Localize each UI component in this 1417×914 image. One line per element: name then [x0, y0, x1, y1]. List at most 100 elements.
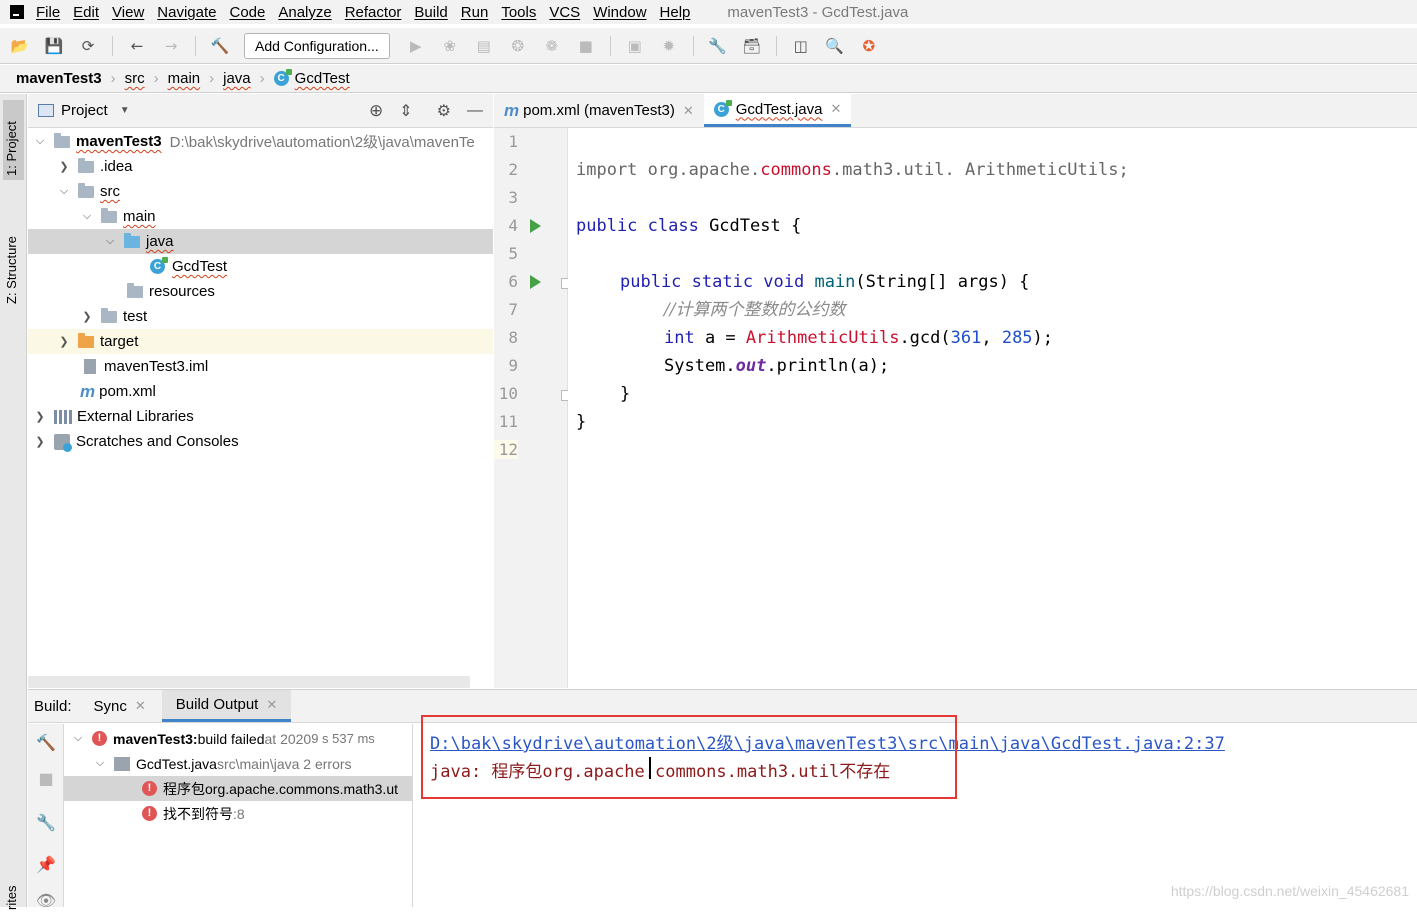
- forward-arrow-icon[interactable]: →: [161, 36, 181, 56]
- tab-sync[interactable]: Sync✕: [88, 690, 152, 722]
- tree-row-target[interactable]: ❯ target: [28, 329, 493, 354]
- close-tab-icon[interactable]: ✕: [683, 103, 694, 119]
- tab-pom-xml[interactable]: m pom.xml (mavenTest3) ✕: [494, 94, 704, 127]
- open-folder-icon[interactable]: 📂: [10, 36, 30, 56]
- tool-tab-project[interactable]: 1: Project: [3, 100, 24, 180]
- tab-gcdtest-java[interactable]: C GcdTest.java ✕: [704, 94, 852, 127]
- build-duration: 9 s 537 ms: [311, 731, 375, 746]
- breadcrumb-separator: ›: [209, 70, 214, 87]
- scratches-icon: [54, 434, 70, 450]
- build-row-root[interactable]: ⌵ ! mavenTest3: build failed at 2020 9 s…: [64, 726, 413, 751]
- gear-icon[interactable]: ⚙: [437, 101, 451, 121]
- tree-row-java[interactable]: ⌵ java: [28, 229, 493, 254]
- pin-icon[interactable]: 📌: [36, 854, 56, 874]
- view-eye-icon[interactable]: 👁: [36, 890, 56, 910]
- save-all-icon[interactable]: 💾: [44, 36, 64, 56]
- project-structure-icon[interactable]: 🗃: [742, 36, 762, 56]
- tree-row-resources[interactable]: resources: [28, 279, 493, 304]
- expand-arrow-icon[interactable]: ⌵: [81, 210, 93, 223]
- attach-debugger-icon[interactable]: ❁: [542, 36, 562, 56]
- menu-code[interactable]: Code: [229, 4, 265, 21]
- code-line-4: public class GcdTest {: [576, 212, 801, 240]
- menu-run[interactable]: Run: [461, 4, 489, 21]
- tool-tab-structure[interactable]: Z: Structure: [3, 208, 20, 308]
- collapse-arrow-icon[interactable]: ❯: [58, 335, 70, 348]
- collapse-arrow-icon[interactable]: ❯: [81, 310, 93, 323]
- back-arrow-icon[interactable]: ←: [127, 36, 147, 56]
- tree-row-idea[interactable]: ❯ .idea: [28, 154, 493, 179]
- collapse-arrow-icon[interactable]: ❯: [58, 160, 70, 173]
- menu-build[interactable]: Build: [414, 4, 447, 21]
- dropdown-arrow-icon[interactable]: ▼: [120, 105, 130, 116]
- terminal-icon[interactable]: ◫: [791, 36, 811, 56]
- breadcrumb-gcdtest[interactable]: GcdTest: [295, 70, 350, 87]
- settings-wrench-icon[interactable]: 🔧: [708, 36, 728, 56]
- tree-row-scratches[interactable]: ❯ Scratches and Consoles: [28, 429, 493, 454]
- collapse-all-icon[interactable]: ⇕: [399, 101, 412, 121]
- menu-refactor[interactable]: Refactor: [345, 4, 402, 21]
- menu-file[interactable]: File: [36, 4, 60, 21]
- hide-panel-icon[interactable]: —: [467, 102, 483, 120]
- line-number: 7: [494, 300, 518, 319]
- expand-arrow-icon[interactable]: ⌵: [58, 185, 70, 198]
- tree-row-src[interactable]: ⌵ src: [28, 179, 493, 204]
- coverage-icon[interactable]: ▤: [474, 36, 494, 56]
- project-horizontal-scrollbar[interactable]: [28, 676, 470, 688]
- project-panel-title[interactable]: Project: [61, 102, 108, 119]
- plugin-icon[interactable]: ✪: [859, 36, 879, 56]
- search-icon[interactable]: 🔍: [825, 36, 845, 56]
- expand-arrow-icon[interactable]: ⌵: [34, 135, 46, 148]
- menu-view[interactable]: View: [112, 4, 144, 21]
- expand-arrow-icon[interactable]: ⌵: [72, 732, 84, 745]
- menu-window[interactable]: Window: [593, 4, 646, 21]
- locate-target-icon[interactable]: ⊕: [369, 101, 383, 121]
- tree-row-main[interactable]: ⌵ main: [28, 204, 493, 229]
- menu-help[interactable]: Help: [660, 4, 691, 21]
- profile-icon[interactable]: ❂: [508, 36, 528, 56]
- close-tab-icon[interactable]: ✕: [266, 697, 277, 713]
- menu-bar: File Edit View Navigate Code Analyze Ref…: [0, 0, 1417, 24]
- error-icon: !: [142, 806, 157, 821]
- menu-tools[interactable]: Tools: [501, 4, 536, 21]
- menu-analyze[interactable]: Analyze: [278, 4, 331, 21]
- rebuild-hammer-icon[interactable]: 🔨: [36, 732, 56, 752]
- vcs-update-icon[interactable]: ✹: [659, 36, 679, 56]
- code-editor[interactable]: import org.apache.commons.math3.util. Ar…: [568, 128, 1417, 688]
- expand-arrow-icon[interactable]: ⌵: [94, 757, 106, 770]
- debug-icon[interactable]: ❀: [440, 36, 460, 56]
- breadcrumb-java[interactable]: java: [223, 70, 251, 87]
- tree-row-root[interactable]: ⌵ mavenTest3 D:\bak\skydrive\automation\…: [28, 129, 493, 154]
- tree-row-gcdtest[interactable]: C GcdTest: [28, 254, 493, 279]
- menu-navigate[interactable]: Navigate: [157, 4, 216, 21]
- close-tab-icon[interactable]: ✕: [830, 101, 841, 117]
- build-settings-wrench-icon[interactable]: 🔧: [36, 812, 56, 832]
- run-class-icon[interactable]: [530, 219, 541, 233]
- build-row-error-1[interactable]: ! 程序包org.apache.commons.math3.ut: [64, 776, 413, 801]
- expand-arrow-icon[interactable]: ⌵: [104, 235, 116, 248]
- close-tab-icon[interactable]: ✕: [135, 698, 146, 714]
- tree-row-iml[interactable]: mavenTest3.iml: [28, 354, 493, 379]
- tool-tab-favorites[interactable]: rites: [3, 874, 20, 914]
- breadcrumb-src[interactable]: src: [125, 70, 145, 87]
- collapse-arrow-icon[interactable]: ❯: [34, 435, 46, 448]
- collapse-arrow-icon[interactable]: ❯: [34, 410, 46, 423]
- menu-edit[interactable]: Edit: [73, 4, 99, 21]
- tree-root-path: D:\bak\skydrive\automation\2级\java\maven…: [170, 131, 475, 152]
- build-hammer-icon[interactable]: 🔨: [210, 36, 230, 56]
- sync-icon[interactable]: ⟳: [78, 36, 98, 56]
- build-row-error-2[interactable]: ! 找不到符号 :8: [64, 801, 413, 826]
- run-icon[interactable]: ▶: [406, 36, 426, 56]
- tree-row-pom[interactable]: m pom.xml: [28, 379, 493, 404]
- add-configuration-button[interactable]: Add Configuration...: [244, 33, 390, 59]
- device-icon[interactable]: ▣: [625, 36, 645, 56]
- build-row-file[interactable]: ⌵ GcdTest.java src\main\java 2 errors: [64, 751, 413, 776]
- breadcrumb-main[interactable]: main: [168, 70, 201, 87]
- run-main-icon[interactable]: [530, 275, 541, 289]
- tab-build-output[interactable]: Build Output✕: [162, 690, 291, 722]
- menu-vcs[interactable]: VCS: [549, 4, 580, 21]
- tree-row-test[interactable]: ❯ test: [28, 304, 493, 329]
- breadcrumb-project[interactable]: mavenTest3: [16, 70, 102, 87]
- tree-row-external-libraries[interactable]: ❯ External Libraries: [28, 404, 493, 429]
- stop-build-icon[interactable]: ■: [36, 768, 56, 788]
- stop-icon[interactable]: ■: [576, 36, 596, 56]
